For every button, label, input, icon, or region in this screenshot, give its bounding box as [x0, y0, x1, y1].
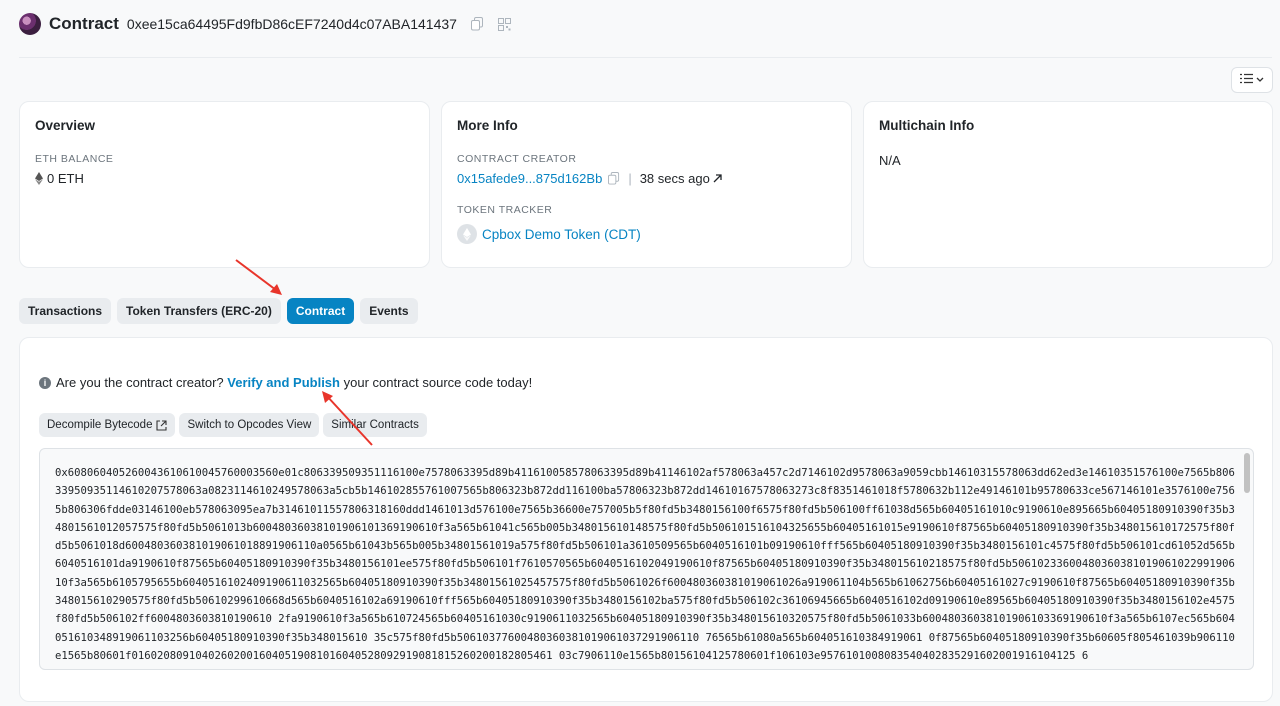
annotation-arrow-contract-tab	[235, 259, 282, 295]
token-tracker-label: TOKEN TRACKER	[457, 204, 553, 216]
page-header: Contract 0xee15ca64495Fd9fbD86cEF7240d4c…	[0, 0, 1280, 48]
separator: |	[628, 171, 632, 186]
token-tracker-link[interactable]: Cpbox Demo Token (CDT)	[482, 227, 641, 242]
list-view-icon	[1240, 73, 1253, 87]
external-link-arrow-icon	[713, 174, 722, 183]
decompile-bytecode-button[interactable]: Decompile Bytecode	[39, 413, 176, 437]
multichain-value: N/A	[879, 153, 901, 168]
copy-icon[interactable]	[470, 17, 484, 31]
eth-balance-value: 0 ETH	[35, 171, 414, 186]
tab-token-transfers[interactable]: Token Transfers (ERC-20)	[117, 298, 281, 324]
overview-title: Overview	[35, 118, 96, 133]
tab-bar: Transactions Token Transfers (ERC-20) Co…	[19, 298, 418, 324]
contract-creator-row: 0x15afede9...875d162Bb | 38 secs ago	[457, 171, 836, 186]
decompile-label: Decompile Bytecode	[47, 419, 153, 431]
token-icon	[457, 224, 477, 244]
tab-transactions[interactable]: Transactions	[19, 298, 112, 324]
notice-prefix: Are you the contract creator?	[56, 375, 224, 390]
page-title: Contract	[49, 14, 119, 33]
chevron-down-icon	[1256, 74, 1264, 86]
more-info-card: More Info CONTRACT CREATOR 0x15afede9...…	[441, 101, 852, 268]
eth-balance-label: ETH BALANCE	[35, 153, 114, 165]
multichain-title: Multichain Info	[879, 118, 975, 133]
tab-contract[interactable]: Contract	[286, 298, 355, 324]
verify-notice: i Are you the contract creator? Verify a…	[39, 375, 532, 390]
creation-time: 38 secs ago	[639, 171, 710, 186]
annotation-arrow-verify-link	[322, 391, 373, 446]
ethereum-icon	[35, 172, 43, 185]
contract-creator-label: CONTRACT CREATOR	[457, 153, 577, 165]
creator-address-link[interactable]: 0x15afede9...875d162Bb	[457, 171, 602, 186]
contract-avatar	[19, 13, 41, 35]
contract-panel: i Are you the contract creator? Verify a…	[19, 337, 1273, 702]
bytecode-text: 0x608060405260043610610045760003560e01c8…	[55, 467, 1235, 662]
eth-balance-amount: 0 ETH	[47, 171, 84, 186]
scroll-thumb[interactable]	[1244, 453, 1250, 493]
copy-icon[interactable]	[608, 172, 620, 185]
creation-tx-link[interactable]: 38 secs ago	[640, 171, 722, 186]
bytecode-viewer[interactable]: 0x608060405260043610610045760003560e01c8…	[39, 448, 1254, 670]
bytecode-scrollbar[interactable]	[1243, 451, 1251, 667]
overview-card: Overview ETH BALANCE 0 ETH	[19, 101, 430, 268]
view-toggle-button[interactable]	[1231, 67, 1273, 93]
multichain-card: Multichain Info N/A	[863, 101, 1273, 268]
more-info-title: More Info	[457, 118, 518, 133]
qr-icon[interactable]	[497, 17, 511, 31]
tab-events[interactable]: Events	[360, 298, 418, 324]
header-divider	[19, 57, 1272, 58]
contract-address: 0xee15ca64495Fd9fbD86cEF7240d4c07ABA1414…	[126, 16, 457, 32]
switch-opcodes-button[interactable]: Switch to Opcodes View	[179, 413, 320, 437]
info-icon: i	[39, 376, 51, 389]
token-tracker-row: Cpbox Demo Token (CDT)	[457, 224, 836, 244]
external-link-icon	[156, 419, 168, 431]
